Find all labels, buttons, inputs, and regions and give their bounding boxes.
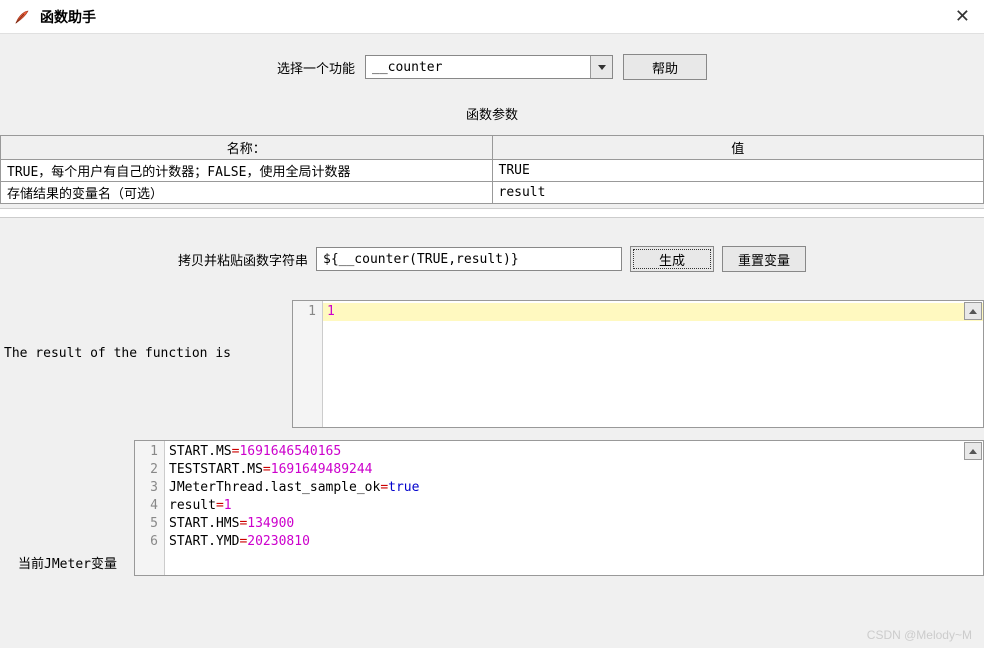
gutter-line-number: 2: [135, 461, 164, 479]
titlebar: 函数助手 ✕: [0, 0, 984, 34]
watermark: CSDN @Melody~M: [867, 628, 972, 642]
generate-button[interactable]: 生成: [630, 246, 714, 272]
vars-viewer[interactable]: 1 2 3 4 5 6 START.MS=1691646540165 TESTS…: [134, 440, 984, 576]
gutter-line-number: 3: [135, 479, 164, 497]
gutter-line-number: 1: [293, 303, 322, 321]
result-line: 1: [323, 303, 983, 321]
gutter-line-number: 6: [135, 533, 164, 551]
col-value-header: 值: [492, 136, 984, 160]
var-line: START.HMS=134900: [165, 515, 983, 533]
select-label: 选择一个功能: [277, 58, 355, 77]
chevron-down-icon[interactable]: [590, 56, 612, 78]
result-code-area: 1: [323, 301, 983, 427]
result-gutter: 1: [293, 301, 323, 427]
function-select[interactable]: __counter: [365, 55, 613, 79]
table-row[interactable]: TRUE，每个用户有自己的计数器；FALSE，使用全局计数器 TRUE: [1, 160, 984, 182]
help-button[interactable]: 帮助: [623, 54, 707, 80]
window-title: 函数助手: [40, 7, 96, 27]
vars-row: 当前JMeter变量 1 2 3 4 5 6 START.MS=16916465…: [0, 440, 984, 576]
var-line: START.YMD=20230810: [165, 533, 983, 551]
table-row[interactable]: 存储结果的变量名（可选） result: [1, 182, 984, 204]
param-name-cell: TRUE，每个用户有自己的计数器；FALSE，使用全局计数器: [1, 160, 493, 182]
gutter-line-number: 4: [135, 497, 164, 515]
gutter-line-number: 1: [135, 443, 164, 461]
var-line: START.MS=1691646540165: [165, 443, 983, 461]
result-viewer[interactable]: 1 1: [292, 300, 984, 428]
var-line: result=1: [165, 497, 983, 515]
scroll-up-icon[interactable]: [964, 302, 982, 320]
var-line: TESTSTART.MS=1691649489244: [165, 461, 983, 479]
var-line: JMeterThread.last_sample_ok=true: [165, 479, 983, 497]
scroll-up-icon[interactable]: [964, 442, 982, 460]
function-select-value: __counter: [372, 60, 442, 75]
function-select-row: 选择一个功能 __counter 帮助: [0, 54, 984, 80]
vars-gutter: 1 2 3 4 5 6: [135, 441, 165, 575]
params-section-title: 函数参数: [0, 104, 984, 123]
vars-label: 当前JMeter变量: [18, 553, 134, 576]
param-value-cell[interactable]: result: [492, 182, 984, 204]
titlebar-left: 函数助手: [14, 7, 96, 27]
reset-vars-button[interactable]: 重置变量: [722, 246, 806, 272]
param-value-cell[interactable]: TRUE: [492, 160, 984, 182]
result-row: The result of the function is 1 1: [0, 300, 984, 428]
close-icon[interactable]: ✕: [955, 6, 970, 27]
col-name-header: 名称：: [1, 136, 493, 160]
copy-row: 拷贝并粘贴函数字符串 生成 重置变量: [0, 246, 984, 272]
result-label: The result of the function is: [4, 300, 292, 361]
main-content: 选择一个功能 __counter 帮助 函数参数 名称： 值 TRUE，每个用户…: [0, 34, 984, 576]
table-header-row: 名称： 值: [1, 136, 984, 160]
function-string-input[interactable]: [316, 247, 622, 271]
result-value: 1: [327, 304, 335, 319]
copy-label: 拷贝并粘贴函数字符串: [178, 250, 308, 269]
gutter-line-number: 5: [135, 515, 164, 533]
app-feather-icon: [14, 9, 30, 25]
vars-code-area: START.MS=1691646540165 TESTSTART.MS=1691…: [165, 441, 983, 575]
param-name-cell: 存储结果的变量名（可选）: [1, 182, 493, 204]
params-table: 名称： 值 TRUE，每个用户有自己的计数器；FALSE，使用全局计数器 TRU…: [0, 135, 984, 204]
divider: [0, 208, 984, 218]
